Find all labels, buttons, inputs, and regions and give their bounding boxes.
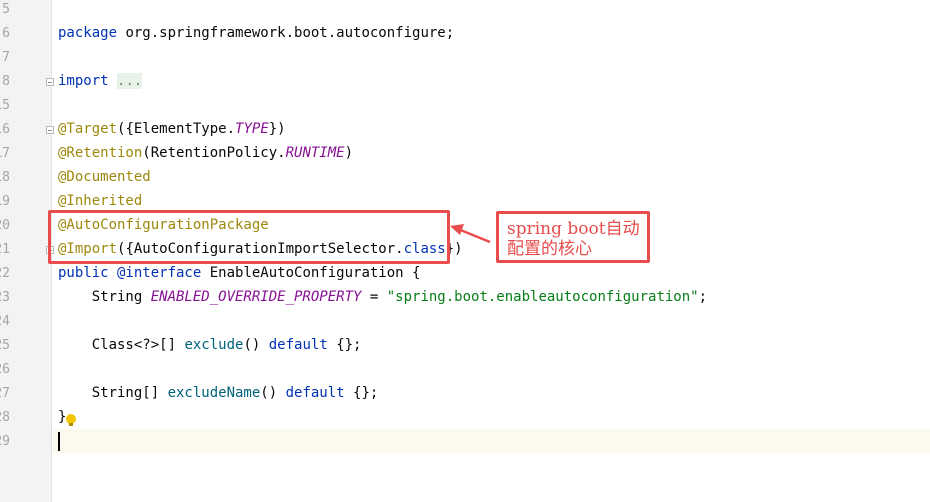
line-number: 25 [0, 338, 10, 353]
line-number: 18 [0, 170, 10, 185]
line-number: 19 [0, 194, 10, 209]
line-number: 29 [0, 434, 10, 449]
code-line-package[interactable]: package org.springframework.boot.autocon… [58, 21, 454, 45]
highlight-box [48, 210, 450, 264]
callout-note: spring boot自动配置的核心 [496, 211, 650, 263]
code-line-override-property[interactable]: String ENABLED_OVERRIDE_PROPERTY = "spri… [58, 285, 707, 309]
code-line-target[interactable]: @Target({ElementType.TYPE}) [58, 117, 286, 141]
line-number: 27 [0, 386, 10, 401]
line-number: 15 [0, 98, 10, 113]
line-number: 5 [2, 2, 10, 17]
folded-imports[interactable]: ... [117, 73, 143, 89]
code-line-import[interactable]: import ... [58, 69, 143, 93]
line-number: 6 [2, 26, 10, 41]
line-number: 21 [0, 242, 10, 257]
line-number: 24 [0, 314, 10, 329]
line-number: 7 [2, 50, 10, 65]
line-number: 20 [0, 218, 10, 233]
line-number: 22 [0, 266, 10, 281]
arrow-icon [450, 224, 491, 244]
line-number: 28 [0, 410, 10, 425]
code-line-exclude-name[interactable]: String[] excludeName() default {}; [58, 381, 379, 405]
line-number: 23 [0, 290, 10, 305]
lightbulb-icon[interactable] [66, 414, 76, 426]
fold-imports-icon[interactable] [46, 78, 54, 86]
line-number: 17 [0, 146, 10, 161]
code-line-documented[interactable]: @Documented [58, 165, 151, 189]
line-number: 8 [2, 74, 10, 89]
current-line-highlight [53, 429, 930, 453]
code-line-interface-decl[interactable]: public @interface EnableAutoConfiguratio… [58, 261, 420, 285]
line-number-gutter: 5 6 7 8 15 16 17 18 19 20 21 22 23 24 25… [0, 0, 52, 502]
line-number: 26 [0, 362, 10, 377]
fold-annotations-icon[interactable] [46, 126, 54, 134]
line-number: 16 [0, 122, 10, 137]
code-line-retention[interactable]: @Retention(RetentionPolicy.RUNTIME) [58, 141, 353, 165]
text-caret [58, 432, 60, 451]
code-line-exclude[interactable]: Class<?>[] exclude() default {}; [58, 333, 362, 357]
